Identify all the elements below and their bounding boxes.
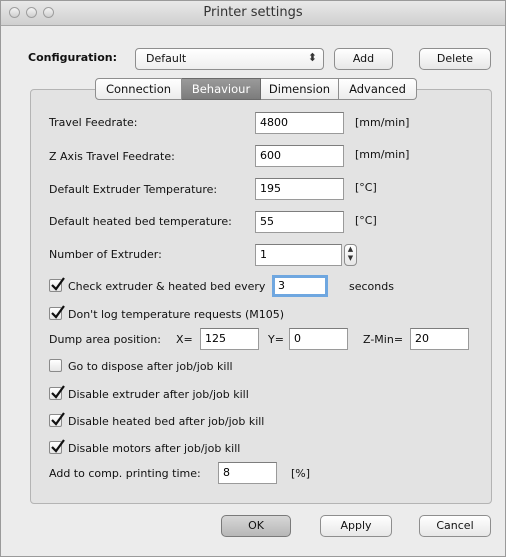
dump-z-input[interactable]: 20 [410,328,469,350]
bed-temp-input[interactable]: 55 [255,211,344,233]
comp-time-input[interactable]: 8 [218,462,277,484]
disable-motors-checkbox[interactable] [49,439,65,454]
dump-y-label: Y= [268,333,284,346]
check-temp-interval-input[interactable]: 3 [272,275,328,297]
checkmark-icon [51,412,65,426]
travel-feedrate-input[interactable]: 4800 [255,112,344,134]
cancel-button[interactable]: Cancel [419,515,491,537]
z-feedrate-input[interactable]: 600 [255,145,344,167]
check-temp-checkbox[interactable] [49,277,65,292]
tab-advanced[interactable]: Advanced [339,78,417,100]
extruder-temp-unit: [°C] [355,181,377,194]
dispose-checkbox[interactable] [49,359,62,372]
disable-bed-label: Disable heated bed after job/job kill [68,415,265,428]
checkmark-icon [51,385,65,399]
extruder-temp-label: Default Extruder Temperature: [49,183,218,196]
dump-x-input[interactable]: 125 [200,328,259,350]
no-log-checkbox[interactable] [49,305,65,320]
dump-z-label: Z-Min= [363,333,404,346]
printer-settings-window: Printer settings Configuration: Default … [0,0,506,557]
disable-extruder-label: Disable extruder after job/job kill [68,388,249,401]
z-feedrate-unit: [mm/min] [355,148,410,161]
checkmark-icon [51,439,65,453]
z-feedrate-label: Z Axis Travel Feedrate: [49,150,175,163]
disable-extruder-checkbox[interactable] [49,385,65,400]
num-extruder-stepper[interactable]: ▲ ▼ [344,244,357,266]
select-arrows-icon: ⬍ [307,51,317,64]
delete-config-button[interactable]: Delete [419,48,491,70]
check-temp-label: Check extruder & heated bed every [68,280,266,293]
travel-feedrate-unit: [mm/min] [355,116,410,129]
no-log-label: Don't log temperature requests (M105) [68,308,285,321]
dump-area-label: Dump area position: [49,333,161,346]
tab-connection[interactable]: Connection [95,78,182,100]
tab-behaviour[interactable]: Behaviour [182,78,261,100]
checkmark-icon [51,277,65,291]
dump-x-label: X= [176,333,193,346]
bed-temp-label: Default heated bed temperature: [49,215,232,228]
disable-motors-label: Disable motors after job/job kill [68,442,241,455]
extruder-temp-input[interactable]: 195 [255,178,344,200]
num-extruder-input[interactable]: 1 [255,244,342,266]
bed-temp-unit: [°C] [355,214,377,227]
num-extruder-label: Number of Extruder: [49,248,162,261]
add-config-button[interactable]: Add [334,48,393,70]
apply-button[interactable]: Apply [320,515,392,537]
dump-y-input[interactable]: 0 [289,328,348,350]
tab-bar: Connection Behaviour Dimension Advanced [95,78,417,100]
title-bar: Printer settings [1,1,505,26]
dispose-label: Go to dispose after job/job kill [68,360,233,373]
travel-feedrate-label: Travel Feedrate: [49,116,138,129]
window-title: Printer settings [203,5,303,20]
check-temp-unit: seconds [349,280,394,293]
checkmark-icon [51,305,65,319]
disable-bed-checkbox[interactable] [49,412,65,427]
ok-button[interactable]: OK [221,515,291,537]
comp-time-label: Add to comp. printing time: [49,467,201,480]
configuration-value: Default [146,52,187,65]
configuration-label: Configuration: [28,51,117,64]
configuration-select[interactable]: Default ⬍ [135,48,324,70]
tab-dimension[interactable]: Dimension [261,78,339,100]
comp-time-unit: [%] [291,467,311,480]
